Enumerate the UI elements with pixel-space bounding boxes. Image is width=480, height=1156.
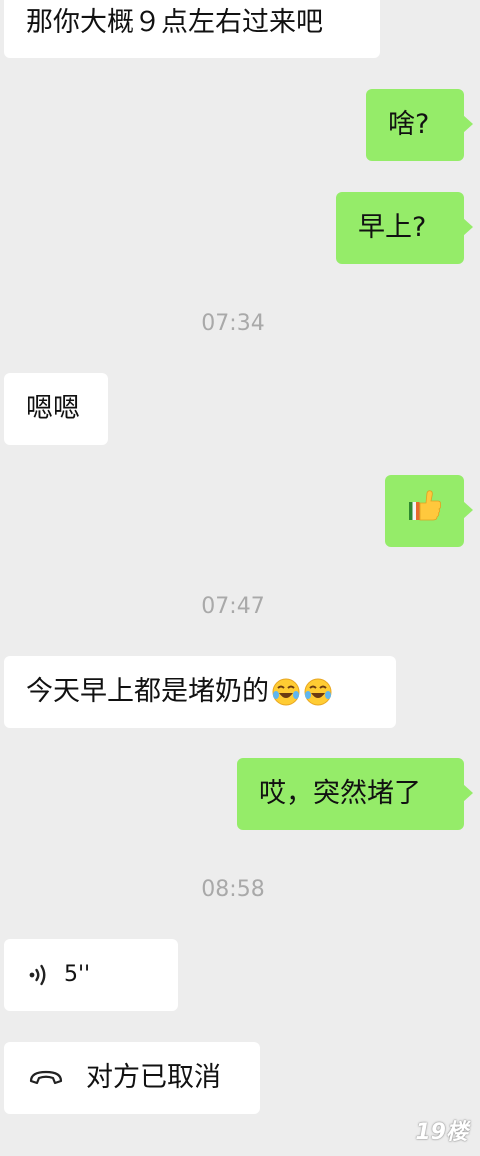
voice-duration: 5'' bbox=[64, 962, 91, 987]
incoming-message-bubble[interactable]: 嗯嗯 bbox=[4, 373, 108, 445]
voice-message-bubble[interactable]: 5'' bbox=[4, 939, 178, 1011]
message-text: 那你大概９点左右过来吧 bbox=[26, 7, 323, 38]
call-status-text: 对方已取消 bbox=[86, 1062, 221, 1093]
timestamp: 08:58 bbox=[201, 877, 265, 902]
message-text: 啥? bbox=[388, 109, 430, 140]
incoming-message-bubble[interactable]: 那你大概９点左右过来吧 bbox=[4, 0, 380, 58]
outgoing-message-bubble[interactable]: 啥? bbox=[366, 89, 473, 161]
message-text: 哎，突然堵了 bbox=[259, 778, 421, 809]
phone-icon bbox=[28, 1069, 64, 1087]
thumbs-up-icon bbox=[407, 488, 443, 534]
outgoing-message-bubble[interactable]: 哎，突然堵了 bbox=[237, 758, 473, 830]
message-text: 嗯嗯 bbox=[26, 393, 80, 424]
incoming-message-bubble[interactable]: 今天早上都是堵奶的 bbox=[4, 656, 396, 728]
outgoing-message-bubble[interactable]: 早上? bbox=[336, 192, 473, 264]
call-status-bubble[interactable]: 对方已取消 bbox=[4, 1042, 260, 1114]
message-text: 今天早上都是堵奶的 bbox=[26, 676, 269, 707]
site-watermark: 19楼 bbox=[415, 1120, 468, 1145]
laughing-crying-face-icon bbox=[303, 677, 333, 707]
timestamp: 07:34 bbox=[201, 311, 265, 336]
message-text: 早上? bbox=[358, 212, 427, 243]
outgoing-message-bubble[interactable] bbox=[385, 475, 473, 547]
timestamp: 07:47 bbox=[201, 594, 265, 619]
voice-icon bbox=[28, 962, 50, 988]
laughing-crying-face-icon bbox=[271, 677, 301, 707]
